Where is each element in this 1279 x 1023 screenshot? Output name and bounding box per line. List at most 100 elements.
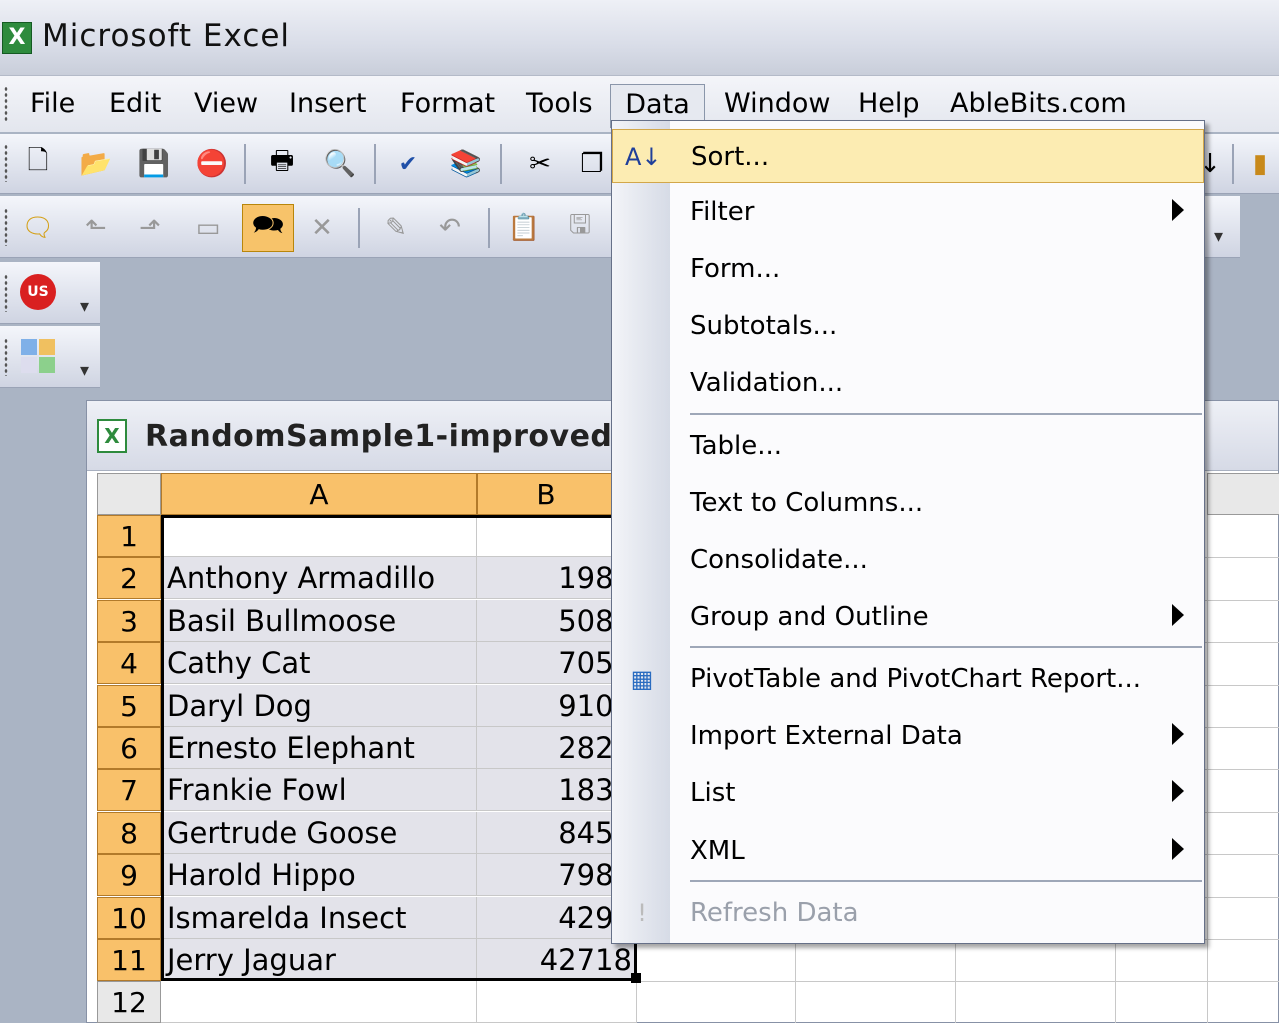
fill-handle[interactable] <box>631 973 641 983</box>
ablebits-toolbar-1: US ▾ <box>0 262 100 324</box>
title-bar: X Microsoft Excel <box>0 0 1279 76</box>
research-icon[interactable]: 📚 <box>446 142 486 186</box>
menu-item-table[interactable]: Table... <box>612 419 1204 473</box>
chart-wizard-icon[interactable]: ▮ <box>1240 142 1279 186</box>
cell-a[interactable] <box>161 515 477 557</box>
new-icon[interactable]: 🗋 <box>18 142 58 186</box>
show-all-comments-icon[interactable]: 🗪 <box>242 204 294 252</box>
toolbar-separator <box>244 144 246 184</box>
cell-a[interactable]: Jerry Jaguar <box>161 939 477 981</box>
menu-item-form[interactable]: Form... <box>612 242 1204 296</box>
menu-tools[interactable]: Tools <box>522 84 597 128</box>
show-comment-icon[interactable]: ▭ <box>188 206 228 250</box>
menu-item-subtotals[interactable]: Subtotals... <box>612 299 1204 353</box>
row-header[interactable]: 9 <box>97 854 161 897</box>
menu-insert[interactable]: Insert <box>285 84 370 128</box>
excel-app-icon[interactable]: X <box>2 22 32 54</box>
copy-icon[interactable]: ❐ <box>572 142 612 186</box>
row-header[interactable]: 8 <box>97 811 161 854</box>
menu-item-validation[interactable]: Validation... <box>612 356 1204 410</box>
menu-item-list[interactable]: List <box>612 766 1204 820</box>
menu-item-refresh-data[interactable]: ! Refresh Data <box>612 886 1204 940</box>
toolbar-options-chevron-icon[interactable]: ▾ <box>80 296 89 317</box>
cell-a[interactable]: Basil Bullmoose <box>161 599 477 642</box>
column-header-a[interactable]: A <box>161 473 477 515</box>
cell-a[interactable]: Cathy Cat <box>161 642 477 685</box>
menu-item-label: Consolidate... <box>690 545 868 575</box>
open-icon[interactable]: 📂 <box>76 142 116 186</box>
row-header[interactable]: 10 <box>97 896 161 939</box>
menu-item-consolidate[interactable]: Consolidate... <box>612 533 1204 587</box>
toolbar-grip[interactable] <box>4 208 8 246</box>
next-comment-icon[interactable]: ⬏ <box>130 206 170 250</box>
row-header[interactable]: 1 <box>97 515 161 557</box>
menu-item-pivottable-and-pivotchart-report[interactable]: ▦ PivotTable and PivotChart Report... <box>612 652 1204 706</box>
spelling-icon[interactable]: ✔ <box>388 142 428 186</box>
reject-change-icon[interactable]: ↶ <box>430 206 470 250</box>
reviewing-pane-icon[interactable]: 📋 <box>504 206 544 250</box>
print-preview-icon[interactable]: 🔍 <box>320 142 360 186</box>
row-header[interactable]: 6 <box>97 727 161 769</box>
cell-a[interactable]: Gertrude Goose <box>161 811 477 854</box>
menu-item-label: Sort... <box>691 142 770 172</box>
select-all-corner[interactable] <box>97 473 161 515</box>
menu-item-group-and-outline[interactable]: Group and Outline <box>612 590 1204 644</box>
menu-view[interactable]: View <box>190 84 262 128</box>
menu-item-xml[interactable]: XML <box>612 824 1204 878</box>
menu-item-label: Import External Data <box>690 721 963 751</box>
menu-item-import-external-data[interactable]: Import External Data <box>612 709 1204 763</box>
cell-a[interactable]: Ismarelda Insect <box>161 896 477 939</box>
menu-item-sort[interactable]: A↓ Sort... <box>612 129 1204 183</box>
delete-comment-icon[interactable]: ✕ <box>302 206 342 250</box>
toolbar-grip[interactable] <box>4 144 8 182</box>
column-header-b[interactable]: B <box>477 473 615 515</box>
ablebits-grid-icon[interactable] <box>18 334 58 378</box>
workbook-title: RandomSample1-improved <box>145 419 613 454</box>
permission-icon[interactable]: ⛔ <box>192 142 232 186</box>
menu-item-label: Form... <box>690 254 781 284</box>
row-header[interactable]: 7 <box>97 769 161 812</box>
row-header[interactable]: 12 <box>97 981 161 1023</box>
row-header[interactable]: 2 <box>97 557 161 600</box>
cell-b[interactable] <box>477 981 637 1023</box>
column-header-empty[interactable] <box>1207 473 1279 515</box>
cell-a[interactable]: Ernesto Elephant <box>161 727 477 769</box>
previous-comment-icon[interactable]: ⬑ <box>76 206 116 250</box>
gridline <box>637 981 1279 983</box>
menu-format[interactable]: Format <box>396 84 499 128</box>
toolbar-grip[interactable] <box>4 274 8 312</box>
toolbar-options-chevron-icon[interactable]: ▾ <box>80 360 89 381</box>
new-comment-icon[interactable]: 🗨 <box>18 206 58 250</box>
print-icon[interactable]: 🖶 <box>262 142 302 186</box>
menu-item-filter[interactable]: Filter <box>612 185 1204 239</box>
track-changes-icon[interactable]: ✎ <box>376 206 416 250</box>
toolbar-grip[interactable] <box>4 338 8 376</box>
row-header[interactable]: 3 <box>97 599 161 642</box>
cell-a[interactable]: Daryl Dog <box>161 684 477 727</box>
window-title: Microsoft Excel <box>42 18 291 54</box>
menu-item-label: Refresh Data <box>690 898 859 928</box>
menu-item-label: Filter <box>690 197 755 227</box>
menu-file[interactable]: File <box>26 84 79 128</box>
toolbar-separator <box>500 144 502 184</box>
cell-b[interactable]: 42718 <box>477 939 637 981</box>
toolbar-options-chevron-icon[interactable]: ▾ <box>1214 226 1223 247</box>
cell-a[interactable]: Harold Hippo <box>161 854 477 897</box>
cell-a[interactable]: Anthony Armadillo <box>161 557 477 600</box>
menu-separator <box>690 880 1202 882</box>
menu-edit[interactable]: Edit <box>105 84 165 128</box>
ablebits-us-icon[interactable]: US <box>18 270 58 314</box>
menu-item-label: PivotTable and PivotChart Report... <box>690 664 1142 694</box>
submenu-arrow-icon <box>1172 199 1184 221</box>
row-header[interactable]: 4 <box>97 642 161 685</box>
save-icon[interactable]: 💾 <box>134 142 174 186</box>
cut-icon[interactable]: ✂ <box>520 142 560 186</box>
toolbar-separator <box>358 208 360 248</box>
menu-item-text-to-columns[interactable]: Text to Columns... <box>612 476 1204 530</box>
row-header[interactable]: 5 <box>97 684 161 727</box>
row-header[interactable]: 11 <box>97 939 161 981</box>
protect-icon[interactable]: 🖫 <box>560 206 600 250</box>
cell-a[interactable] <box>161 981 477 1023</box>
menubar-grip[interactable] <box>4 86 8 122</box>
cell-a[interactable]: Frankie Fowl <box>161 769 477 812</box>
